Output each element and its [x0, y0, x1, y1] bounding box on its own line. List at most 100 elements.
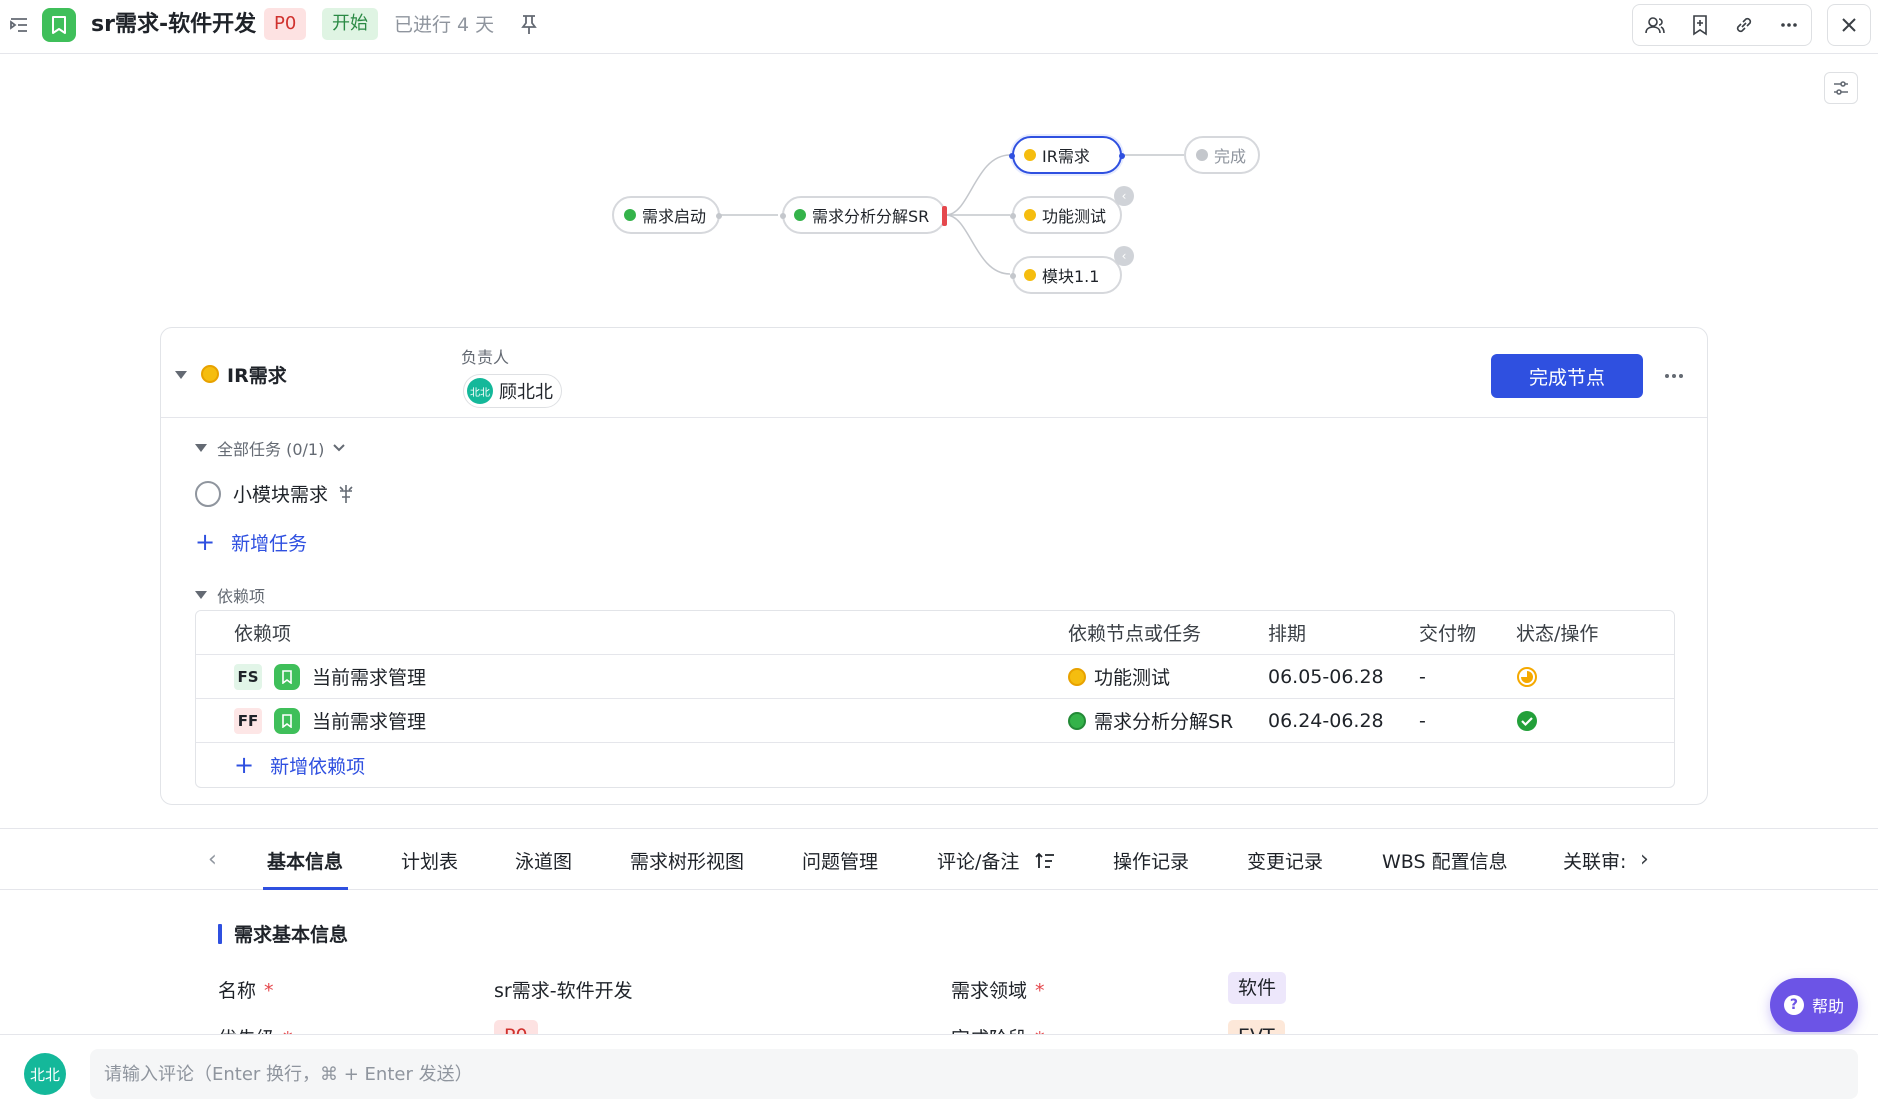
requirement-app-icon — [42, 8, 76, 42]
deps-section-header[interactable]: 依赖项 — [195, 583, 265, 607]
dependency-node: 功能测试 — [1094, 667, 1171, 689]
node-status-icon — [1068, 667, 1086, 686]
field-label-domain: 需求领域 * — [951, 976, 1045, 1003]
node-name: IR需求 — [227, 365, 287, 387]
more-icon[interactable] — [1659, 358, 1689, 394]
question-icon: ? — [1783, 995, 1804, 1015]
node-status-dot — [794, 209, 806, 221]
dependency-name[interactable]: 当前需求管理 — [312, 707, 426, 734]
flow-node[interactable]: 需求分析分解SR — [780, 196, 947, 234]
node-status-dot — [1196, 149, 1208, 161]
more-icon[interactable] — [1776, 12, 1802, 38]
deliverable-cell: - — [1419, 709, 1426, 732]
dependency-node-cell: 需求分析分解SR — [1068, 707, 1233, 734]
flow-node[interactable]: 模块1.1 — [1010, 256, 1122, 294]
flow-node[interactable]: 功能测试 — [1010, 196, 1122, 234]
close-button[interactable] — [1827, 4, 1871, 46]
sort-icon[interactable] — [1035, 852, 1055, 870]
task-name: 小模块需求 — [233, 484, 329, 506]
tab-basic-info[interactable]: 基本信息 — [267, 847, 343, 874]
add-dependency-label: 新增依赖项 — [270, 755, 366, 778]
flow-node-label: IR需求 — [1042, 147, 1090, 166]
chevron-left-icon[interactable]: ‹ — [208, 847, 217, 872]
help-label: 帮助 — [1811, 997, 1844, 1016]
dependency-node: 需求分析分解SR — [1094, 711, 1234, 733]
table-row[interactable]: FS 当前需求管理 功能测试 06.05-06.28 - — [196, 655, 1674, 699]
node-status-dot — [624, 209, 636, 221]
tab-comments[interactable]: 评论/备注 — [937, 847, 1055, 874]
tab-related-review[interactable]: 关联审: — [1563, 847, 1626, 874]
members-icon[interactable] — [1642, 12, 1668, 38]
chevron-right-icon[interactable]: › — [1640, 847, 1649, 872]
column-header: 依赖节点或任务 — [1068, 623, 1202, 645]
elapsed-time: 已进行 4 天 — [394, 14, 495, 36]
sidebar-toggle-icon[interactable] — [8, 14, 30, 36]
node-handle — [1119, 153, 1125, 159]
tab-schedule[interactable]: 计划表 — [401, 847, 458, 874]
collapse-branch-icon[interactable]: ‹ — [1114, 246, 1134, 266]
tasks-section-header[interactable]: 全部任务 (0/1) — [195, 436, 346, 460]
link-icon[interactable] — [1731, 12, 1757, 38]
comment-bar: 北北 — [0, 1034, 1878, 1104]
schedule-cell: 06.24-06.28 — [1268, 709, 1384, 732]
flow-node[interactable]: 需求启动 — [612, 196, 722, 234]
field-value-name[interactable]: sr需求-软件开发 — [494, 976, 633, 1003]
bookmark-icon[interactable] — [1687, 12, 1713, 38]
dependency-type-badge: FF — [234, 707, 262, 734]
node-status-icon — [201, 365, 219, 383]
priority-badge[interactable]: P0 — [264, 8, 307, 40]
node-status-dot — [1024, 209, 1036, 221]
flow-node-label: 模块1.1 — [1042, 267, 1100, 286]
field-value-domain[interactable]: 软件 — [1228, 972, 1287, 1004]
pin-icon[interactable] — [518, 12, 540, 36]
dependency-cell: FS 当前需求管理 — [234, 663, 426, 690]
view-settings-button[interactable] — [1824, 72, 1858, 104]
node-handle — [780, 213, 786, 219]
task-item[interactable]: 小模块需求 — [195, 480, 356, 507]
dependency-cell: FF 当前需求管理 — [234, 707, 426, 734]
done-check-icon — [1516, 710, 1538, 732]
tab-issues[interactable]: 问题管理 — [802, 847, 878, 874]
help-button[interactable]: ? 帮助 — [1770, 978, 1858, 1032]
active-tab-indicator — [263, 887, 348, 890]
detail-tabs: ‹ 基本信息 计划表 泳道图 需求树形视图 问题管理 评论/备注 操作记录 变更… — [0, 828, 1878, 890]
tab-wbs-config[interactable]: WBS 配置信息 — [1382, 847, 1508, 874]
add-task-label: 新增任务 — [231, 532, 308, 555]
caret-down-icon — [195, 591, 207, 599]
collapse-caret-icon[interactable] — [175, 371, 187, 379]
collapse-branch-icon[interactable]: ‹ — [1114, 186, 1134, 206]
flow-node-label: 功能测试 — [1042, 207, 1107, 226]
table-row[interactable]: FF 当前需求管理 需求分析分解SR 06.24-06.28 - — [196, 699, 1674, 743]
dependency-table: 依赖项 依赖节点或任务 排期 交付物 状态/操作 FS 当前需求管理 功能测试 … — [195, 610, 1675, 788]
field-label-text: 需求领域 — [951, 980, 1028, 1002]
tab-requirement-tree[interactable]: 需求树形视图 — [630, 847, 744, 874]
top-header: sr需求-软件开发 P0 开始 已进行 4 天 — [0, 0, 1878, 54]
column-header: 排期 — [1268, 623, 1307, 645]
add-task-button[interactable]: + 新增任务 — [195, 528, 307, 556]
node-handle — [1010, 273, 1016, 279]
comment-input[interactable] — [90, 1049, 1858, 1099]
chevron-down-icon[interactable] — [332, 443, 346, 453]
status-badge[interactable]: 开始 — [322, 8, 378, 40]
flow-node[interactable]: 完成 — [1184, 136, 1260, 174]
tab-swimlane[interactable]: 泳道图 — [515, 847, 572, 874]
tasks-section-label: 全部任务 (0/1) — [217, 440, 325, 459]
page-title: sr需求-软件开发 — [91, 12, 257, 37]
tab-operation-log[interactable]: 操作记录 — [1113, 847, 1189, 874]
field-label-name: 名称 * — [218, 976, 274, 1003]
add-dependency-button[interactable]: + 新增依赖项 — [234, 751, 365, 779]
avatar: 北北 — [467, 378, 493, 404]
flow-node-selected[interactable]: IR需求 — [1009, 136, 1125, 174]
plus-icon: + — [195, 528, 216, 556]
plus-icon: + — [234, 751, 255, 779]
complete-node-button[interactable]: 完成节点 — [1491, 354, 1643, 398]
basic-info-section-title: 需求基本信息 — [218, 920, 348, 947]
tab-change-log[interactable]: 变更记录 — [1247, 847, 1323, 874]
dependency-name[interactable]: 当前需求管理 — [312, 663, 426, 690]
task-checkbox[interactable] — [195, 480, 221, 507]
owner-name: 顾北北 — [499, 382, 553, 403]
column-header: 状态/操作 — [1516, 623, 1599, 645]
flow-node-label: 需求启动 — [642, 207, 707, 226]
deps-section-label: 依赖项 — [217, 587, 266, 606]
owner-chip[interactable]: 北北 顾北北 — [463, 374, 562, 408]
